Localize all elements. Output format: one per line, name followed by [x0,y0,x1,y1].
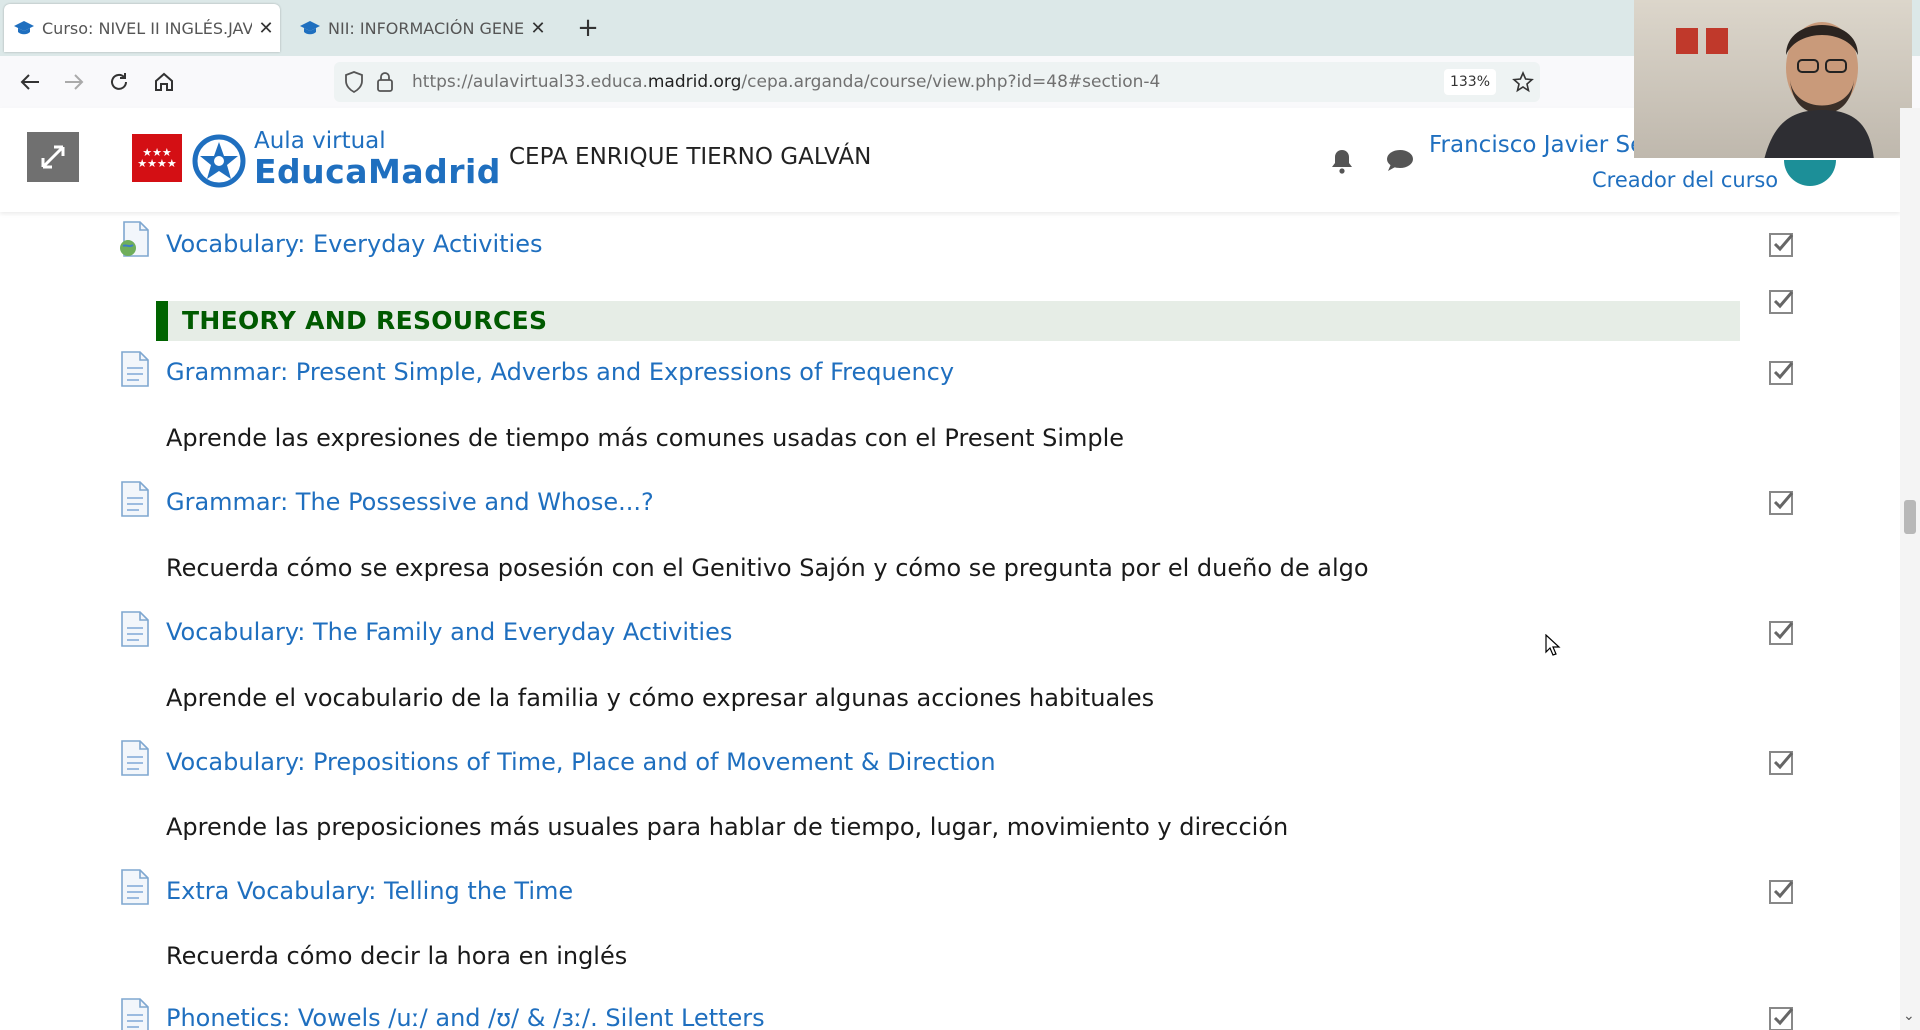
resource-description: Aprende el vocabulario de la familia y c… [166,684,1155,712]
home-button[interactable] [148,66,180,98]
section-heading: THEORY AND RESOURCES [156,301,1740,341]
tab-info[interactable]: NII: INFORMACIÓN GENERAL S ✕ [290,4,552,52]
url-resource-icon [120,221,149,257]
completion-checkbox-icon[interactable] [1768,877,1796,905]
resource-link[interactable]: Vocabulary: The Family and Everyday Acti… [166,618,732,646]
completion-checkbox-icon[interactable] [1768,748,1796,776]
url-suffix: /cepa.arganda/course/view.php?id=48#sect… [741,72,1161,92]
url-bar[interactable]: https://aulavirtual33.educa.madrid.org/c… [334,62,1540,102]
arrow-right-icon [65,74,84,90]
resource-link[interactable]: Extra Vocabulary: Telling the Time [166,877,573,905]
forward-button[interactable] [58,66,90,98]
person-figure [1764,22,1874,158]
site-name[interactable]: CEPA ENRIQUE TIERNO GALVÁN [509,144,871,170]
completion-checkbox-icon[interactable] [1768,1004,1796,1030]
resource-link[interactable]: Grammar: Present Simple, Adverbs and Exp… [166,358,954,386]
page-resource-icon [121,869,149,905]
mouse-cursor-icon [1545,634,1561,656]
browser-tab-bar: Curso: NIVEL II INGLÉS.JAVIER ✕ NII: INF… [0,0,1920,56]
url-domain: madrid.org [647,72,742,92]
expand-icon [41,145,65,169]
user-role: Creador del curso [1592,168,1779,192]
home-icon [155,72,173,91]
page-resource-icon [121,611,149,647]
shield-icon [345,71,363,93]
scrollbar-thumb[interactable] [1904,500,1916,534]
url-text: https://aulavirtual33.educa.madrid.org/c… [412,72,1160,92]
star-icon[interactable] [1512,71,1534,93]
tab-title: NII: INFORMACIÓN GENERAL S [328,18,524,38]
back-button[interactable] [14,66,46,98]
section-title: THEORY AND RESOURCES [182,306,548,335]
url-prefix: https://aulavirtual33.educa. [412,72,648,92]
reload-button[interactable] [103,66,135,98]
page-resource-icon [121,481,149,517]
wall-sign [1676,28,1698,54]
avatar[interactable] [1784,160,1836,186]
site-header: ★★★ ★★★★ Aula virtual EducaMadrid CEPA EN… [0,108,1900,212]
close-tab-icon[interactable]: ✕ [524,18,552,39]
resource-link[interactable]: Grammar: The Possessive and Whose...? [166,488,654,516]
page-resource-icon [121,998,149,1030]
completion-checkbox-icon[interactable] [1768,230,1796,258]
brand-educamadrid[interactable]: EducaMadrid [254,152,501,191]
zoom-badge[interactable]: 133% [1444,69,1496,95]
fullscreen-button[interactable] [27,132,79,182]
page-resource-icon [121,740,149,776]
graduation-cap-icon [300,21,320,35]
resource-link[interactable]: Vocabulary: Prepositions of Time, Place … [166,748,996,776]
chat-icon[interactable] [1386,148,1414,172]
browser-nav-bar: https://aulavirtual33.educa.madrid.org/c… [0,56,1920,109]
resource-description: Aprende las expresiones de tiempo más co… [166,424,1125,452]
close-tab-icon[interactable]: ✕ [252,18,280,39]
user-name[interactable]: Francisco Javier Se [1429,132,1644,158]
webcam-overlay [1634,0,1912,158]
completion-checkbox-icon[interactable] [1768,488,1796,516]
resource-description: Aprende las preposiciones más usuales pa… [166,813,1289,841]
tab-course[interactable]: Curso: NIVEL II INGLÉS.JAVIER ✕ [4,4,280,52]
arrow-left-icon [20,74,39,90]
comunidad-madrid-logo: ★★★ ★★★★ [132,134,182,182]
tab-title: Curso: NIVEL II INGLÉS.JAVIER [42,18,252,38]
completion-checkbox-icon[interactable] [1768,618,1796,646]
graduation-cap-icon [14,21,34,35]
chevron-down-icon[interactable]: ⌄ [1903,1008,1915,1024]
page-resource-icon [121,351,149,387]
reload-icon [111,73,127,90]
completion-checkbox-icon[interactable] [1768,358,1796,386]
brand-aula-virtual: Aula virtual [254,128,386,154]
page-scrollbar[interactable]: ⌄ [1900,108,1920,1030]
educamadrid-emblem-icon [192,134,246,188]
resource-link[interactable]: Vocabulary: Everyday Activities [166,230,542,258]
new-tab-button[interactable]: + [574,10,602,46]
resource-description: Recuerda cómo decir la hora en inglés [166,942,628,970]
resource-description: Recuerda cómo se expresa posesión con el… [166,554,1369,582]
resource-link[interactable]: Phonetics: Vowels /uː/ and /ʊ/ & /ɜː/. S… [166,1004,765,1030]
lock-icon [377,72,393,92]
completion-checkbox-icon[interactable] [1768,287,1796,315]
bell-icon[interactable] [1330,148,1354,174]
course-content: Vocabulary: Everyday Activities THEORY A… [0,212,1900,1030]
wall-sign [1706,28,1728,54]
